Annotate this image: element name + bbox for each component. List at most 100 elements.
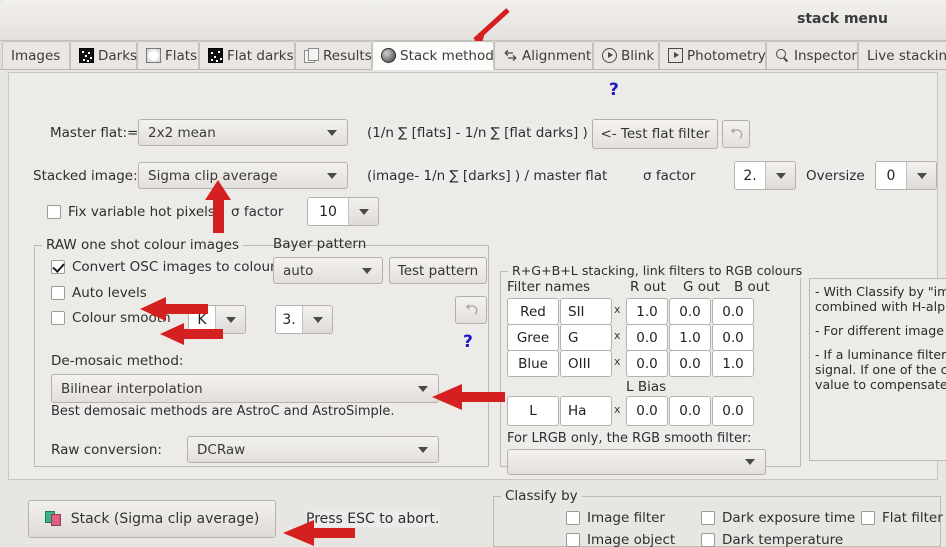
info-text-panel: - With Classify by "ima combined with H-… (809, 278, 946, 461)
classify-by-group: Classify by Image filter Dark exposure t… (493, 496, 941, 547)
classify-image-object-checkbox[interactable]: Image object (566, 532, 675, 547)
classify-flat-filter-checkbox[interactable]: Flat filter (861, 510, 943, 526)
tab-inspector[interactable]: Inspector (766, 41, 858, 70)
tab-darks[interactable]: Darks (70, 41, 137, 70)
convert-osc-label: Convert OSC images to colour (72, 259, 276, 275)
master-flat-combo[interactable]: 2x2 mean (138, 119, 348, 146)
checkbox-box (701, 511, 715, 525)
oversize-value: 0 (876, 162, 906, 189)
info-line: value to compensate e (815, 377, 946, 392)
stacked-sigma-label: σ factor (643, 168, 695, 184)
classify-option-label: Image filter (587, 510, 665, 526)
b-out-header: B out (734, 279, 770, 295)
multiply-symbol-lrow: x (614, 403, 621, 416)
tab-flat-darks[interactable]: Flat darks (199, 41, 295, 70)
g-out-header: G out (683, 279, 720, 295)
oversize-spinner[interactable]: 0 (875, 161, 937, 190)
filter-names-label: Filter names (507, 279, 590, 295)
classify-dark-exposure-time-checkbox[interactable]: Dark exposure time (701, 510, 855, 526)
chevron-down-icon[interactable] (215, 306, 245, 333)
align-icon (503, 48, 518, 63)
chevron-down-icon[interactable] (348, 198, 378, 225)
l-bias-r[interactable]: 0.0 (626, 396, 668, 426)
tab-label: Flat darks (227, 48, 294, 64)
tab-photometry[interactable]: Photometry (659, 41, 766, 70)
classify-dark-temperature-checkbox[interactable]: Dark temperature (701, 532, 843, 547)
auto-levels-checkbox[interactable]: Auto levels (51, 285, 147, 301)
hot-pixels-sigma-value: 10 (308, 198, 348, 225)
stacked-image-combo[interactable]: Sigma clip average (138, 162, 348, 189)
green-g-out[interactable]: 1.0 (669, 324, 711, 351)
master-flat-undo-button[interactable] (722, 120, 750, 148)
colour-smooth-radius-value: 3. (276, 306, 302, 333)
chevron-down-icon[interactable] (302, 306, 332, 333)
raw-osc-group: RAW one shot colour images Convert OSC i… (34, 245, 489, 467)
demosaic-method-combo[interactable]: Bilinear interpolation (51, 374, 439, 403)
bayer-pattern-combo[interactable]: auto (273, 257, 383, 284)
hot-pixels-sigma-spinner[interactable]: 10 (307, 197, 379, 226)
tab-stack-method[interactable]: Stack method (372, 41, 494, 70)
tab-blink[interactable]: Blink (593, 41, 659, 70)
filter-value-l[interactable]: Ha (560, 396, 612, 426)
auto-levels-label: Auto levels (72, 285, 147, 301)
tab-live-stacking[interactable]: Live stacking (858, 41, 946, 70)
undo-icon (729, 127, 744, 142)
rgb-smooth-label: For LRGB only, the RGB smooth filter: (507, 431, 751, 446)
stack-button[interactable]: Stack (Sigma clip average) (28, 500, 276, 538)
osc-undo-button[interactable] (455, 296, 487, 324)
chevron-down-icon[interactable] (765, 162, 795, 189)
classify-image-filter-checkbox[interactable]: Image filter (566, 510, 665, 526)
convert-osc-checkbox[interactable]: Convert OSC images to colour (51, 259, 276, 275)
circle-play-icon (602, 48, 617, 63)
help-link-osc[interactable]: ? (463, 332, 473, 352)
tab-label: Results (323, 48, 372, 64)
tab-label: Darks (98, 48, 137, 64)
colour-smooth-checkbox[interactable]: Colour smooth (51, 310, 171, 326)
filter-value-green[interactable]: G (560, 324, 612, 351)
abort-hint: Press ESC to abort. (306, 511, 440, 527)
colour-smooth-radius-spinner[interactable]: 3. (275, 305, 333, 334)
red-g-out[interactable]: 0.0 (669, 298, 711, 325)
info-line: - If a luminance filter is (815, 347, 946, 362)
stacked-sigma-spinner[interactable]: 2. (734, 161, 796, 190)
help-link-top[interactable]: ? (609, 80, 619, 100)
colour-smooth-value: K (189, 306, 215, 333)
sheets-icon (304, 48, 319, 63)
raw-conversion-combo[interactable]: DCRaw (187, 436, 439, 463)
filter-name-green[interactable]: Gree (507, 324, 559, 351)
filter-name-blue[interactable]: Blue (507, 350, 559, 377)
blue-r-out[interactable]: 0.0 (626, 350, 668, 377)
blue-g-out[interactable]: 0.0 (669, 350, 711, 377)
colour-smooth-spinner[interactable]: K (188, 305, 246, 334)
colour-smooth-label: Colour smooth (72, 310, 171, 326)
tab-flats[interactable]: Flats (137, 41, 199, 70)
filter-value-red[interactable]: SII (560, 298, 612, 325)
l-bias-b[interactable]: 0.0 (712, 396, 754, 426)
tab-bar: Images Darks Flats Flat darks Results (0, 41, 946, 70)
green-b-out[interactable]: 0.0 (712, 324, 754, 351)
chevron-down-icon[interactable] (906, 162, 936, 189)
filter-name-red[interactable]: Red (507, 298, 559, 325)
chevron-down-icon (327, 130, 337, 136)
l-bias-g[interactable]: 0.0 (669, 396, 711, 426)
tab-results[interactable]: Results (295, 41, 372, 70)
test-flat-filter-button[interactable]: <- Test flat filter (592, 119, 718, 149)
green-r-out[interactable]: 0.0 (626, 324, 668, 351)
tab-alignment[interactable]: Alignment (494, 41, 593, 70)
test-pattern-button[interactable]: Test pattern (389, 257, 487, 284)
red-b-out[interactable]: 0.0 (712, 298, 754, 325)
red-r-out[interactable]: 1.0 (626, 298, 668, 325)
filter-value-blue[interactable]: OIII (560, 350, 612, 377)
blue-b-out[interactable]: 1.0 (712, 350, 754, 377)
stacked-image-label: Stacked image:= (33, 168, 149, 184)
demosaic-method-label: De-mosaic method: (51, 353, 183, 369)
raw-conversion-label: Raw conversion: (51, 442, 162, 458)
tab-label: Live stacking (867, 48, 946, 64)
rgb-smooth-combo[interactable] (507, 449, 766, 475)
multiply-symbol-row1: x (614, 303, 621, 316)
filter-name-l[interactable]: L (507, 396, 559, 426)
tab-images[interactable]: Images (2, 41, 70, 70)
rgbl-group-title: R+G+B+L stacking, link filters to RGB co… (508, 263, 806, 278)
fix-hot-pixels-checkbox[interactable]: Fix variable hot pixels (47, 204, 215, 220)
tab-label: Blink (621, 48, 654, 64)
